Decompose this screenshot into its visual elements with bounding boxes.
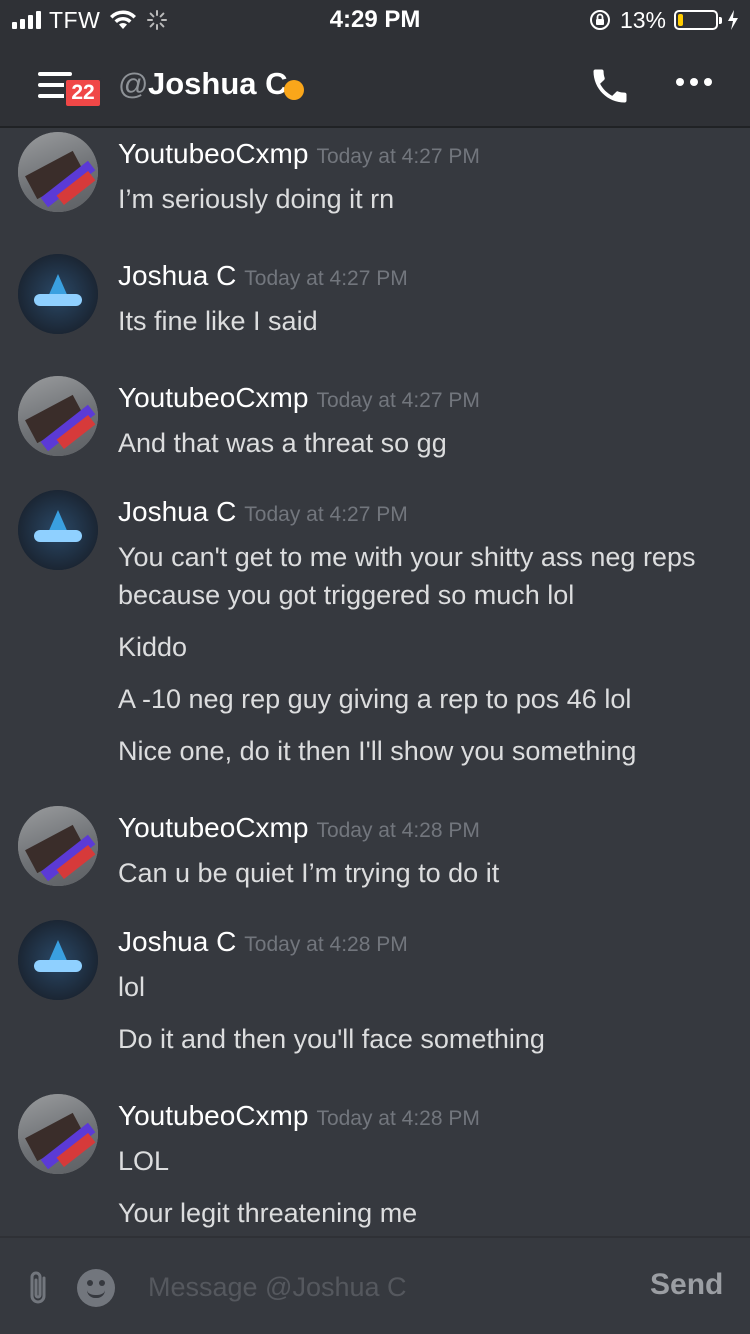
message-author[interactable]: Joshua C Today at 4:28 PM (118, 926, 408, 958)
message-author[interactable]: Joshua C Today at 4:27 PM (118, 496, 408, 528)
message-text: And that was a threat so gg (118, 428, 447, 458)
avatar-youtubeocxmp[interactable] (18, 806, 98, 886)
send-button[interactable]: Send (650, 1268, 723, 1302)
message-composer: Send (0, 1236, 750, 1334)
author-name[interactable]: Joshua C (118, 260, 236, 291)
message-text: I’m seriously doing it rn (118, 184, 395, 214)
message-timestamp: Today at 4:28 PM (244, 933, 408, 956)
idle-status-dot (284, 80, 304, 100)
message-list[interactable]: YoutubeoCxmp Today at 4:27 PM I’m serious… (0, 128, 750, 1236)
message-timestamp: Today at 4:27 PM (316, 389, 480, 412)
battery-fill (678, 14, 683, 26)
message-timestamp: Today at 4:27 PM (244, 503, 408, 526)
avatar-youtubeocxmp[interactable] (18, 376, 98, 456)
paperclip-icon[interactable] (22, 1268, 54, 1308)
status-right: 13% (588, 6, 740, 34)
battery-icon (674, 10, 722, 30)
message-text: Do it and then you'll face something (118, 1024, 545, 1054)
status-bar: TFW 4:29 PM 13% (0, 0, 750, 40)
message-text: Kiddo (118, 632, 188, 662)
message-text: Your legit threatening me (118, 1198, 418, 1228)
message-input[interactable] (146, 1266, 630, 1308)
orientation-lock-icon (589, 10, 610, 30)
chat-header: 22 @ Joshua C (0, 40, 750, 128)
author-name[interactable]: YoutubeoCxmp (118, 812, 308, 843)
author-name[interactable]: YoutubeoCxmp (118, 382, 308, 413)
phone-icon[interactable] (588, 64, 632, 108)
message-author[interactable]: YoutubeoCxmp Today at 4:27 PM (118, 138, 480, 170)
avatar-youtubeocxmp[interactable] (18, 132, 98, 212)
author-name[interactable]: Joshua C (118, 926, 236, 957)
message-timestamp: Today at 4:27 PM (316, 145, 480, 168)
message-text: Can u be quiet I’m trying to do it (118, 858, 500, 888)
charging-bolt-icon (728, 10, 738, 30)
message-text: lol (118, 972, 146, 1002)
channel-title: Joshua C (148, 66, 288, 101)
message-text: You can't get to me with your shitty ass… (118, 542, 696, 610)
message-timestamp: Today at 4:28 PM (316, 819, 480, 842)
message-text: Its fine like I said (118, 306, 318, 336)
avatar-joshua[interactable] (18, 920, 98, 1000)
at-symbol: @ (118, 68, 149, 101)
avatar-youtubeocxmp[interactable] (18, 1094, 98, 1174)
message-timestamp: Today at 4:27 PM (244, 267, 408, 290)
author-name[interactable]: YoutubeoCxmp (118, 138, 308, 169)
avatar-joshua[interactable] (18, 254, 98, 334)
author-name[interactable]: Joshua C (118, 496, 236, 527)
unread-badge: 22 (64, 78, 102, 108)
message-author[interactable]: Joshua C Today at 4:27 PM (118, 260, 408, 292)
message-timestamp: Today at 4:28 PM (316, 1107, 480, 1130)
message-text: Nice one, do it then I'll show you somet… (118, 736, 637, 766)
author-name[interactable]: YoutubeoCxmp (118, 1100, 308, 1131)
message-text: A -10 neg rep guy giving a rep to pos 46… (118, 684, 632, 714)
message-author[interactable]: YoutubeoCxmp Today at 4:28 PM (118, 812, 480, 844)
more-dots-icon[interactable] (676, 78, 712, 86)
message-text: LOL (118, 1146, 170, 1176)
battery-percent: 13% (619, 6, 666, 33)
message-author[interactable]: YoutubeoCxmp Today at 4:27 PM (118, 382, 480, 414)
message-author[interactable]: YoutubeoCxmp Today at 4:28 PM (118, 1100, 480, 1132)
emoji-icon[interactable] (77, 1269, 115, 1307)
avatar-joshua[interactable] (18, 490, 98, 570)
